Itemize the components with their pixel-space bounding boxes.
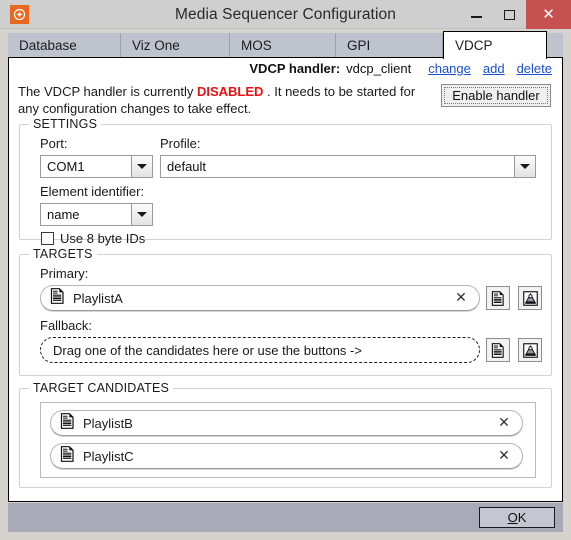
ok-rest: K xyxy=(517,510,527,525)
element-identifier-label: Element identifier: xyxy=(40,184,145,199)
window-edge-bottom xyxy=(0,532,571,540)
ok-mnemonic: O xyxy=(507,510,518,525)
target-candidates-list[interactable]: PlaylistB ✕ PlaylistC ✕ xyxy=(40,402,536,478)
window-edge-right xyxy=(563,29,571,540)
element-identifier-combo[interactable]: name xyxy=(40,203,153,226)
tab-viz-one[interactable]: Viz One xyxy=(121,33,230,58)
close-icon: ✕ xyxy=(542,5,555,23)
candidate-name: PlaylistC xyxy=(83,448,134,464)
chevron-down-icon[interactable] xyxy=(514,156,535,177)
enable-handler-button-focus: Enable handler xyxy=(444,87,548,104)
targets-group: TARGETS Primary: PlaylistA ✕ Fallback: D… xyxy=(19,247,552,376)
tab-mos[interactable]: MOS xyxy=(230,33,336,58)
port-value: COM1 xyxy=(47,159,85,174)
tab-label: Database xyxy=(19,38,77,53)
window-edge-left xyxy=(0,29,8,540)
ok-button[interactable]: OK xyxy=(479,507,555,528)
enable-handler-label: Enable handler xyxy=(452,88,540,103)
profile-combo[interactable]: default xyxy=(160,155,536,178)
change-link[interactable]: change xyxy=(428,61,471,76)
profile-label: Profile: xyxy=(160,136,201,151)
primary-target-name: PlaylistA xyxy=(73,290,123,306)
target-candidates-group: TARGET CANDIDATES PlaylistB ✕ PlaylistC … xyxy=(19,381,552,488)
tab-label: VDCP xyxy=(455,38,493,53)
remove-candidate-icon[interactable]: ✕ xyxy=(493,448,515,464)
minimize-button[interactable] xyxy=(460,0,493,29)
use-8-byte-ids-checkbox[interactable] xyxy=(41,232,54,245)
settings-group: SETTINGS Port: COM1 Profile: default Ele… xyxy=(19,117,552,246)
handler-row: VDCP handler: vdcp_client change add del… xyxy=(249,61,552,80)
fallback-label: Fallback: xyxy=(40,318,93,333)
tab-filler xyxy=(547,33,563,58)
list-item[interactable]: PlaylistB ✕ xyxy=(50,410,523,436)
tab-label: MOS xyxy=(241,38,272,53)
primary-target-item[interactable]: PlaylistA ✕ xyxy=(40,285,480,311)
maximize-button[interactable] xyxy=(493,0,526,29)
tab-database[interactable]: Database xyxy=(8,33,121,58)
add-link[interactable]: add xyxy=(483,61,505,76)
fallback-placeholder-text: Drag one of the candidates here or use t… xyxy=(53,342,362,358)
document-icon xyxy=(60,412,75,434)
status-prefix: The VDCP handler is currently xyxy=(18,84,197,99)
primary-add-group-button[interactable] xyxy=(518,286,542,310)
use-8-byte-ids-checkbox-row[interactable]: Use 8 byte IDs xyxy=(41,231,145,246)
target-candidates-legend: TARGET CANDIDATES xyxy=(29,381,174,395)
tab-label: GPI xyxy=(347,38,371,53)
chevron-down-icon[interactable] xyxy=(131,156,152,177)
chevron-down-icon[interactable] xyxy=(131,204,152,225)
settings-legend: SETTINGS xyxy=(29,117,102,131)
media-sequencer-configuration-window: Media Sequencer Configuration ✕ Database… xyxy=(0,0,571,540)
candidate-name: PlaylistB xyxy=(83,415,133,431)
vdcp-tab-panel: VDCP handler: vdcp_client change add del… xyxy=(8,57,563,502)
close-button[interactable]: ✕ xyxy=(526,0,571,29)
clear-primary-target-icon[interactable]: ✕ xyxy=(450,290,472,306)
remove-candidate-icon[interactable]: ✕ xyxy=(493,415,515,431)
tab-label: Viz One xyxy=(132,38,180,53)
status-badge: DISABLED xyxy=(196,84,264,99)
tab-gpi[interactable]: GPI xyxy=(336,33,443,58)
element-identifier-value: name xyxy=(47,207,80,222)
enable-handler-button[interactable]: Enable handler xyxy=(441,84,551,107)
port-label: Port: xyxy=(40,136,68,151)
delete-link[interactable]: delete xyxy=(517,61,552,76)
fallback-add-group-button[interactable] xyxy=(518,338,542,362)
minimize-icon xyxy=(471,15,482,18)
fallback-add-playlist-button[interactable] xyxy=(486,338,510,362)
handler-status-text: The VDCP handler is currently DISABLED .… xyxy=(18,83,428,117)
fallback-target-dropzone[interactable]: Drag one of the candidates here or use t… xyxy=(40,337,480,363)
list-item[interactable]: PlaylistC ✕ xyxy=(50,443,523,469)
tab-strip: Database Viz One MOS GPI VDCP xyxy=(8,31,563,59)
primary-label: Primary: xyxy=(40,266,89,281)
targets-legend: TARGETS xyxy=(29,247,97,261)
maximize-icon xyxy=(504,9,515,20)
document-icon xyxy=(60,445,75,467)
tab-vdcp[interactable]: VDCP xyxy=(443,31,547,59)
dialog-footer: OK xyxy=(8,503,563,532)
use-8-byte-ids-label: Use 8 byte IDs xyxy=(60,231,146,246)
port-combo[interactable]: COM1 xyxy=(40,155,153,178)
title-bar: Media Sequencer Configuration ✕ xyxy=(0,0,571,29)
profile-value: default xyxy=(167,159,207,174)
handler-label: VDCP handler: xyxy=(249,61,341,76)
document-icon xyxy=(50,287,65,309)
handler-value: vdcp_client xyxy=(346,61,412,76)
primary-add-playlist-button[interactable] xyxy=(486,286,510,310)
